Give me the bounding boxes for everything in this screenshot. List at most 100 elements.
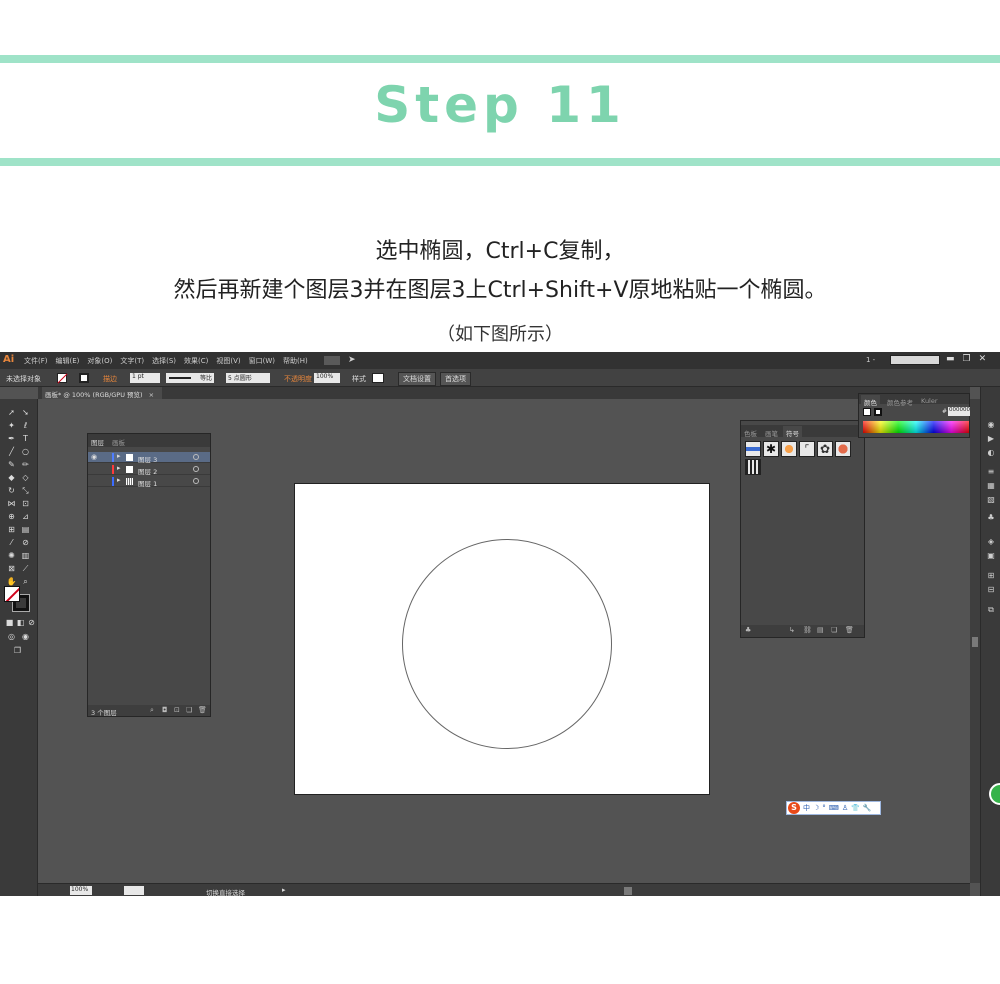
make-clipping-mask-icon[interactable]: ◘ bbox=[162, 706, 168, 714]
rotate-tool-icon[interactable]: ↻ bbox=[6, 485, 17, 496]
pencil-tool-icon[interactable]: ✏ bbox=[20, 459, 31, 470]
shape-builder-tool-icon[interactable]: ⊕ bbox=[6, 511, 17, 522]
align-panel-icon[interactable]: ⊞ bbox=[986, 571, 996, 581]
tab-swatches[interactable]: 色板 bbox=[744, 428, 757, 438]
workspace-switcher[interactable]: 1 - bbox=[866, 356, 875, 364]
layer-row-1[interactable]: ▸ 图层 1 bbox=[88, 476, 210, 488]
symbols-dock-icon[interactable]: ♣ bbox=[986, 513, 996, 523]
hex-color-field[interactable]: 000000 bbox=[948, 407, 970, 416]
locate-object-icon[interactable]: ⌕ bbox=[150, 706, 154, 715]
menu-view[interactable]: 视图(V) bbox=[216, 356, 240, 366]
expand-arrow-icon[interactable]: ▸ bbox=[117, 476, 121, 484]
none-mode-icon[interactable]: ⊘ bbox=[26, 617, 37, 628]
search-input[interactable] bbox=[890, 355, 940, 365]
new-sublayer-icon[interactable]: ⊡ bbox=[174, 706, 180, 714]
stroke-swatch[interactable] bbox=[79, 373, 89, 383]
ime-chinese-mode[interactable]: 中 bbox=[803, 803, 810, 813]
symbol-corner[interactable]: ⌜ bbox=[799, 441, 815, 457]
stroke-weight-field[interactable]: 1 pt bbox=[130, 373, 160, 383]
color-spectrum-bar[interactable] bbox=[863, 421, 969, 433]
layers-dock-icon[interactable]: ◈ bbox=[986, 537, 996, 547]
layer-name[interactable]: 图层 1 bbox=[138, 478, 157, 488]
paintbrush-tool-icon[interactable]: ✎ bbox=[6, 459, 17, 470]
brush-definition[interactable]: 5 点圆形 bbox=[226, 373, 270, 383]
opacity-label[interactable]: 不透明度 bbox=[284, 374, 312, 384]
symbol-ribbon[interactable] bbox=[745, 441, 761, 457]
ime-skin-icon[interactable]: 👕 bbox=[851, 804, 860, 812]
ellipse-shape[interactable] bbox=[402, 539, 612, 749]
symbol-libraries-icon[interactable]: ♣ bbox=[745, 626, 751, 634]
type-tool-icon[interactable]: T bbox=[20, 433, 31, 444]
new-symbol-icon[interactable]: ❏ bbox=[831, 626, 837, 634]
eyedropper-tool-icon[interactable]: ⁄ bbox=[6, 537, 17, 548]
expand-arrow-icon[interactable]: ▸ bbox=[117, 464, 121, 472]
graphic-style-swatch[interactable] bbox=[372, 373, 384, 383]
mesh-tool-icon[interactable]: ⊞ bbox=[6, 524, 17, 535]
menu-window[interactable]: 窗口(W) bbox=[249, 356, 275, 366]
lasso-tool-icon[interactable]: ℓ bbox=[20, 420, 31, 431]
gradient-mode-icon[interactable]: ◧ bbox=[15, 617, 26, 628]
artboards-dock-icon[interactable]: ▣ bbox=[986, 551, 996, 561]
direct-selection-tool-icon[interactable]: ➘ bbox=[20, 407, 31, 418]
tab-brushes[interactable]: 画笔 bbox=[765, 428, 778, 438]
restore-icon[interactable]: ❐ bbox=[963, 354, 971, 364]
layer-target-icon[interactable] bbox=[193, 466, 199, 472]
opacity-field[interactable]: 100% bbox=[314, 373, 340, 383]
perspective-grid-tool-icon[interactable]: ⊿ bbox=[20, 511, 31, 522]
transparency-panel-icon[interactable]: ▧ bbox=[986, 495, 996, 505]
minimize-icon[interactable]: ▬ bbox=[946, 354, 955, 364]
pathfinder-panel-icon[interactable]: ⧉ bbox=[986, 605, 996, 615]
tab-kuler[interactable]: Kuler bbox=[921, 397, 938, 405]
variable-width-profile[interactable]: 等比 bbox=[166, 373, 214, 383]
symbol-flower[interactable] bbox=[835, 441, 851, 457]
draw-mode-icon[interactable]: ◎ bbox=[6, 631, 17, 642]
menu-effect[interactable]: 效果(C) bbox=[184, 356, 208, 366]
close-icon[interactable]: ✕ bbox=[979, 354, 987, 364]
zoom-level-field[interactable]: 100% bbox=[70, 886, 92, 895]
layer-name[interactable]: 图层 3 bbox=[138, 454, 157, 464]
selection-tool-icon[interactable]: ➚ bbox=[6, 407, 17, 418]
menu-help[interactable]: 帮助(H) bbox=[283, 356, 308, 366]
visibility-eye-icon[interactable]: ◉ bbox=[91, 453, 99, 461]
layer-row-2[interactable]: ▸ 图层 2 bbox=[88, 464, 210, 476]
stroke-panel-icon[interactable]: ≡ bbox=[986, 467, 996, 477]
ellipse-tool-icon[interactable]: ○ bbox=[20, 446, 31, 457]
color-guide-icon[interactable]: ◐ bbox=[986, 448, 996, 458]
transform-panel-icon[interactable]: ⊟ bbox=[986, 585, 996, 595]
preferences-button[interactable]: 首选项 bbox=[440, 372, 471, 386]
fill-color-box[interactable] bbox=[4, 586, 20, 602]
new-layer-icon[interactable]: ❏ bbox=[186, 706, 192, 714]
menu-type[interactable]: 文字(T) bbox=[120, 356, 144, 366]
zoom-tool-icon[interactable]: ⌕ bbox=[20, 576, 31, 587]
eraser-tool-icon[interactable]: ◇ bbox=[20, 472, 31, 483]
free-transform-tool-icon[interactable]: ⊡ bbox=[20, 498, 31, 509]
layer-row-3[interactable]: ◉ ▸ 图层 3 bbox=[88, 452, 210, 464]
artboard-navigation-field[interactable] bbox=[124, 886, 144, 895]
color-mode-icon[interactable]: ■ bbox=[4, 617, 15, 628]
ime-punctuation-icon[interactable]: ° bbox=[822, 804, 826, 812]
delete-layer-icon[interactable]: 🗑 bbox=[198, 706, 207, 714]
arrange-documents-button[interactable] bbox=[324, 356, 340, 365]
menu-file[interactable]: 文件(F) bbox=[24, 356, 48, 366]
fill-none-swatch[interactable] bbox=[863, 408, 871, 416]
place-symbol-icon[interactable]: ↳ bbox=[789, 626, 795, 634]
ime-keyboard-icon[interactable]: ⌨ bbox=[829, 804, 839, 812]
stroke-label[interactable]: 描边 bbox=[103, 374, 117, 384]
symbol-gear[interactable]: ✿ bbox=[817, 441, 833, 457]
gradient-tool-icon[interactable]: ▤ bbox=[20, 524, 31, 535]
slice-tool-icon[interactable]: ⟋ bbox=[20, 563, 31, 574]
graphic-styles-icon[interactable]: ▶ bbox=[986, 434, 996, 444]
line-tool-icon[interactable]: ╱ bbox=[6, 446, 17, 457]
width-tool-icon[interactable]: ⋈ bbox=[6, 498, 17, 509]
document-tab[interactable]: 画板* @ 100% (RGB/GPU 预览) × bbox=[42, 387, 163, 399]
screen-mode-icon[interactable]: ❐ bbox=[12, 645, 23, 656]
ime-settings-icon[interactable]: 🔧 bbox=[863, 804, 872, 812]
layer-target-icon[interactable] bbox=[193, 478, 199, 484]
tab-artboards[interactable]: 画板 bbox=[112, 437, 125, 447]
document-setup-button[interactable]: 文档设置 bbox=[398, 372, 436, 386]
symbol-options-icon[interactable]: ▤ bbox=[817, 626, 824, 634]
vertical-scrollbar[interactable] bbox=[970, 399, 980, 883]
expand-arrow-icon[interactable]: ▸ bbox=[117, 452, 121, 460]
symbol-orange-ball[interactable] bbox=[781, 441, 797, 457]
sogou-logo[interactable]: S bbox=[788, 802, 800, 814]
